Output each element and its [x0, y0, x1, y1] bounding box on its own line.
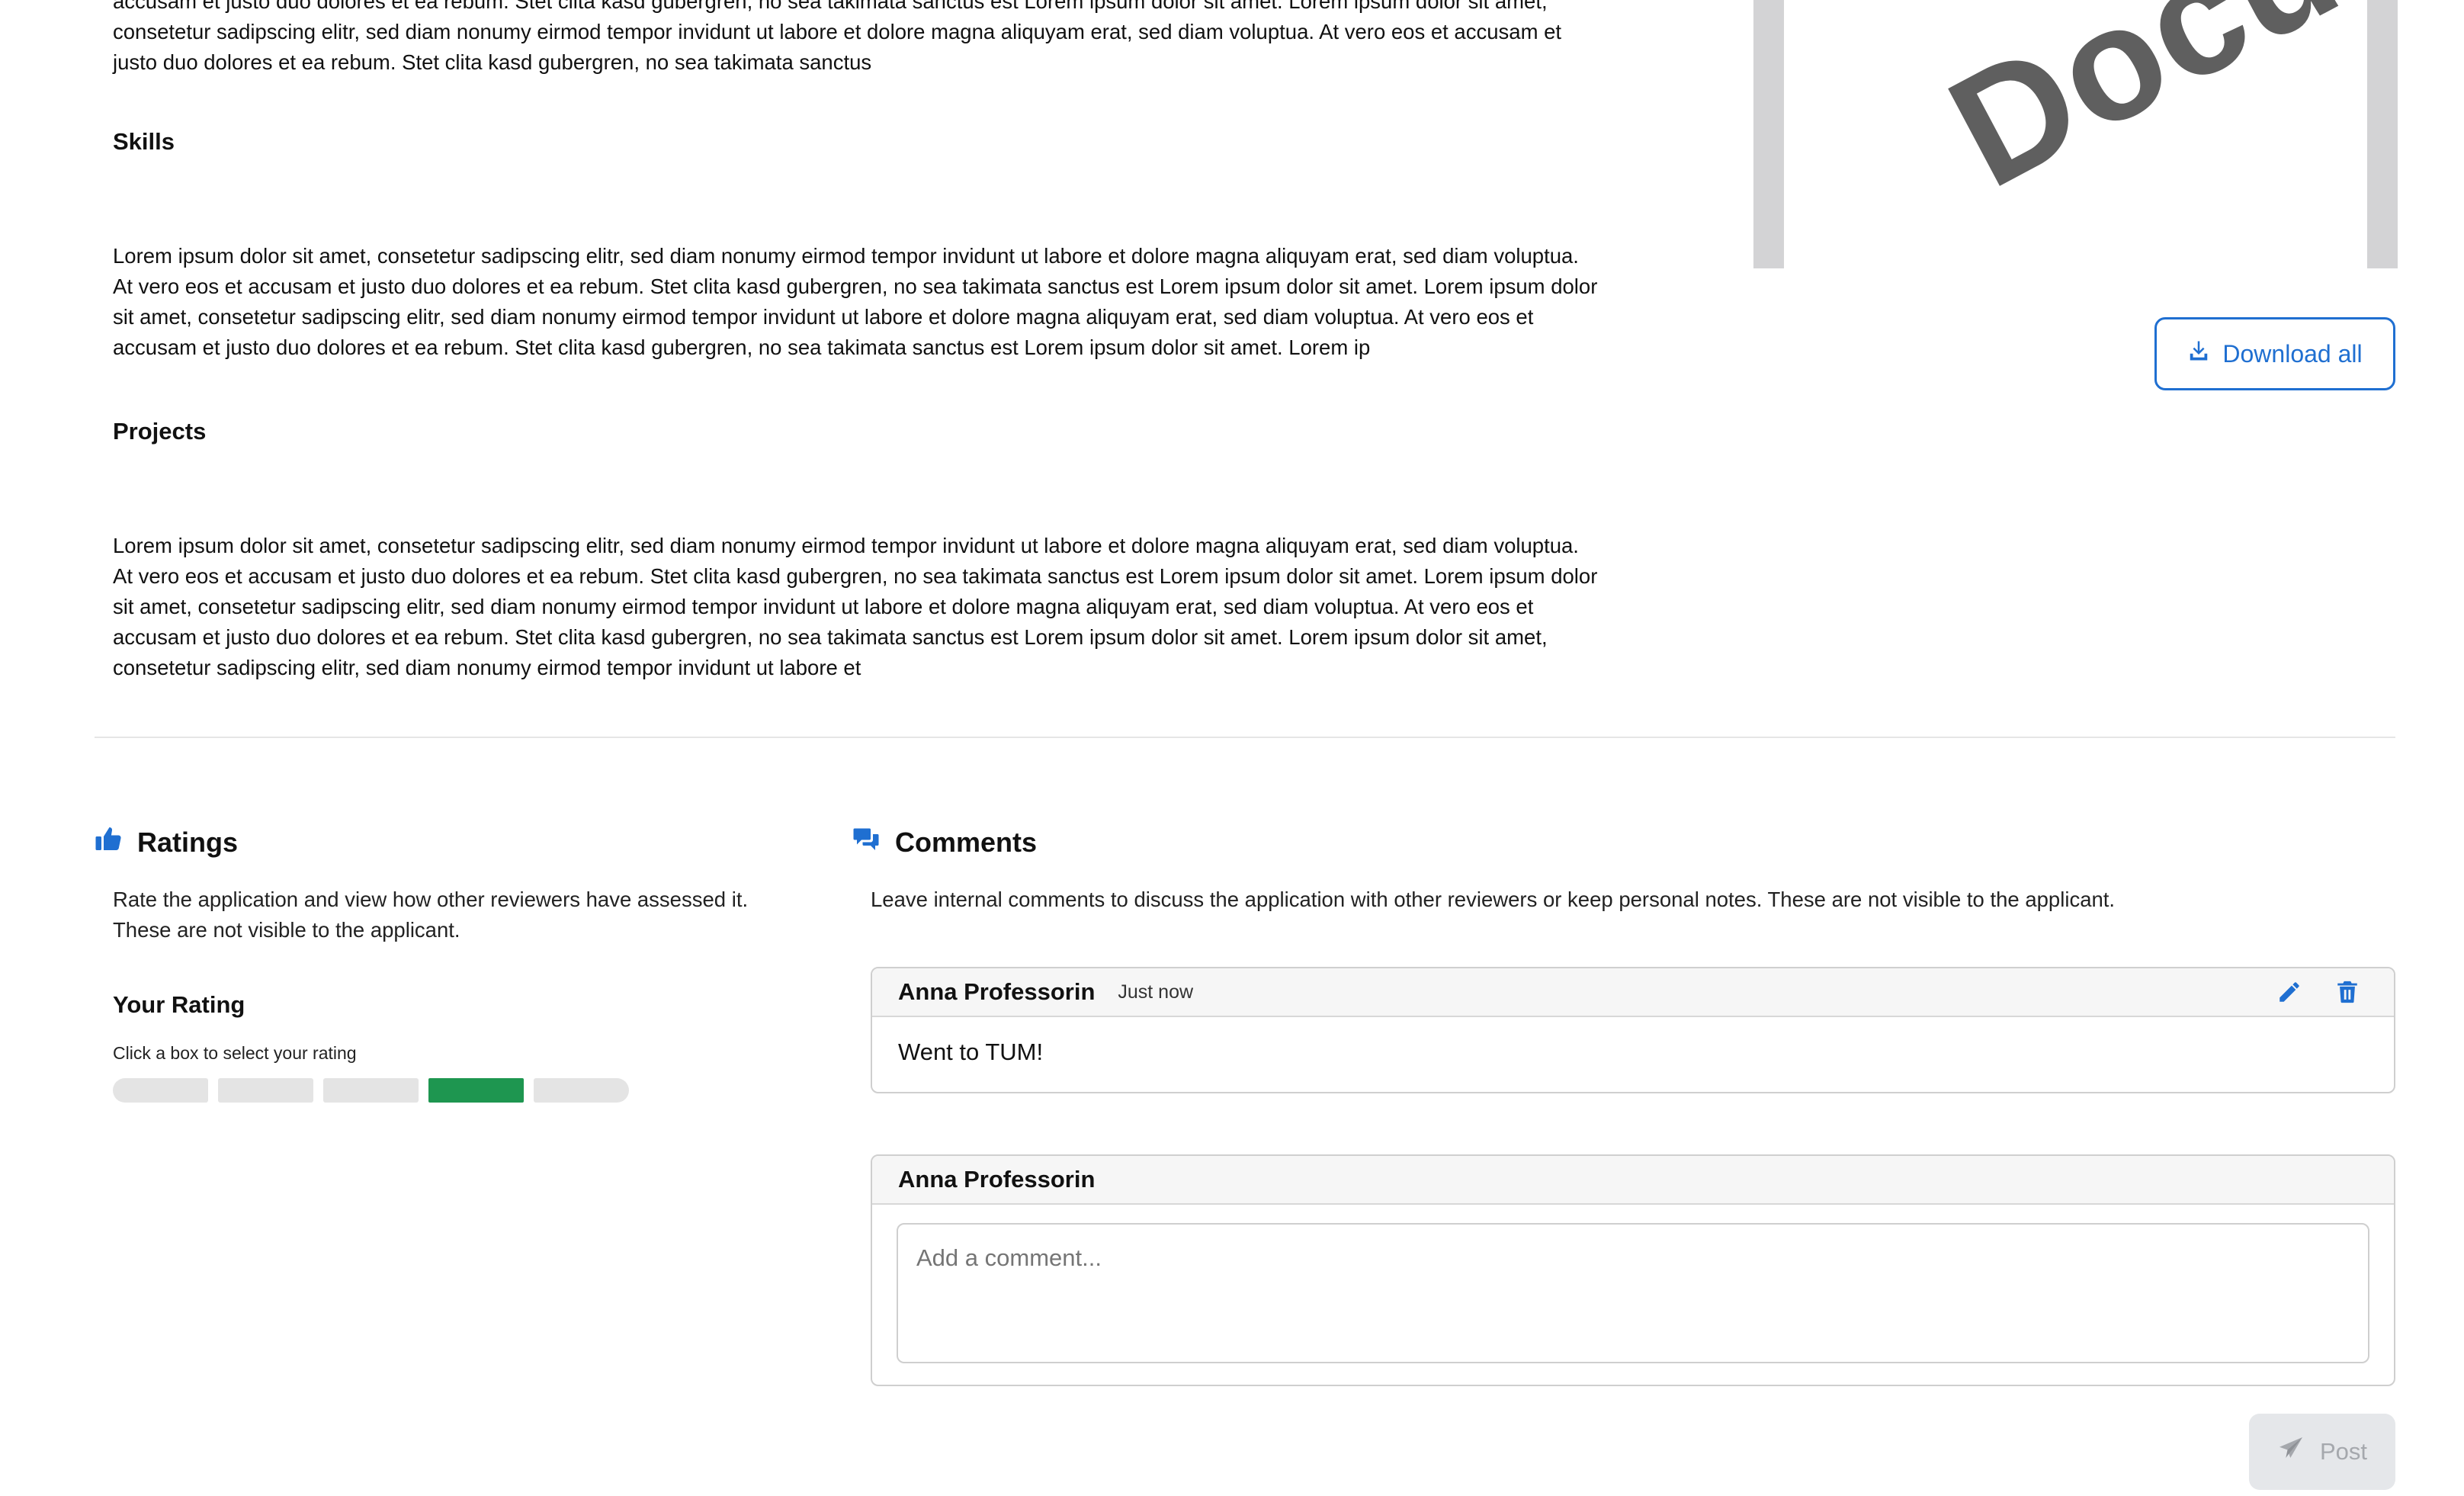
your-rating-label: Your Rating: [113, 991, 245, 1018]
thumbs-up-icon: [95, 825, 122, 859]
new-comment-card: Anna Professorin: [871, 1154, 2395, 1386]
document-page: Document: [1784, 0, 2367, 268]
comment-card: Anna Professorin Just now Went to TUM!: [871, 967, 2395, 1093]
projects-line: consetetur sadipscing elitr, sed diam no…: [113, 656, 861, 679]
download-icon: [2187, 339, 2210, 368]
projects-line: sit amet, consetetur sadipscing elitr, s…: [113, 595, 1534, 618]
comment-timestamp: Just now: [1118, 981, 1194, 1003]
rating-selector: [113, 1078, 629, 1103]
pencil-icon[interactable]: [2276, 979, 2302, 1009]
skills-line: At vero eos et accusam et justo duo dolo…: [113, 274, 1598, 298]
rating-hint: Click a box to select your rating: [113, 1043, 357, 1063]
comments-title: Comments: [852, 825, 1037, 859]
application-review-page: accusam et justo duo dolores et ea rebum…: [0, 0, 2464, 1496]
intro-paragraph: accusam et justo duo dolores et ea rebum…: [113, 0, 1638, 78]
skills-paragraph: Lorem ipsum dolor sit amet, consetetur s…: [113, 241, 1638, 363]
rating-box[interactable]: [323, 1078, 419, 1103]
projects-heading: Projects: [113, 418, 207, 445]
ratings-description-line: These are not visible to the applicant.: [113, 918, 460, 942]
rating-box[interactable]: [218, 1078, 313, 1103]
projects-line: At vero eos et accusam et justo duo dolo…: [113, 564, 1598, 588]
projects-line: accusam et justo duo dolores et ea rebum…: [113, 625, 1548, 649]
section-divider: [95, 737, 2395, 738]
comment-input[interactable]: [897, 1223, 2369, 1363]
ratings-description: Rate the application and view how other …: [113, 884, 748, 945]
intro-line: consetetur sadipscing elitr, sed diam no…: [113, 20, 1562, 43]
post-label: Post: [2319, 1438, 2368, 1465]
trash-icon[interactable]: [2334, 979, 2360, 1009]
comment-header: Anna Professorin Just now: [872, 968, 2394, 1017]
document-preview[interactable]: Document: [1753, 0, 2398, 268]
comment-actions: [2276, 979, 2360, 1009]
rating-box[interactable]: [428, 1078, 524, 1103]
send-icon: [2277, 1435, 2305, 1469]
intro-line: accusam et justo duo dolores et ea rebum…: [113, 0, 1548, 13]
comment-text: Went to TUM!: [898, 1039, 1044, 1065]
post-button[interactable]: Post: [2249, 1414, 2395, 1490]
new-comment-author: Anna Professorin: [898, 1166, 1096, 1193]
comment-author: Anna Professorin: [898, 978, 1096, 1005]
skills-heading: Skills: [113, 128, 175, 155]
intro-line: justo duo dolores et ea rebum. Stet clit…: [113, 50, 872, 74]
new-comment-header: Anna Professorin: [872, 1156, 2394, 1205]
comments-icon: [852, 825, 880, 859]
comments-description: Leave internal comments to discuss the a…: [871, 888, 2116, 911]
download-all-button[interactable]: Download all: [2154, 317, 2395, 390]
skills-line: accusam et justo duo dolores et ea rebum…: [113, 335, 1371, 359]
ratings-title: Ratings: [95, 825, 238, 859]
skills-line: sit amet, consetetur sadipscing elitr, s…: [113, 305, 1534, 329]
ratings-description-line: Rate the application and view how other …: [113, 888, 749, 911]
document-watermark: Document: [1921, 0, 2367, 224]
rating-box[interactable]: [534, 1078, 629, 1103]
rating-box[interactable]: [113, 1078, 208, 1103]
projects-paragraph: Lorem ipsum dolor sit amet, consetetur s…: [113, 531, 1638, 683]
ratings-title-text: Ratings: [137, 826, 239, 858]
download-all-label: Download all: [2222, 339, 2363, 368]
comments-title-text: Comments: [895, 826, 1038, 858]
skills-line: Lorem ipsum dolor sit amet, consetetur s…: [113, 244, 1579, 268]
projects-line: Lorem ipsum dolor sit amet, consetetur s…: [113, 534, 1579, 557]
